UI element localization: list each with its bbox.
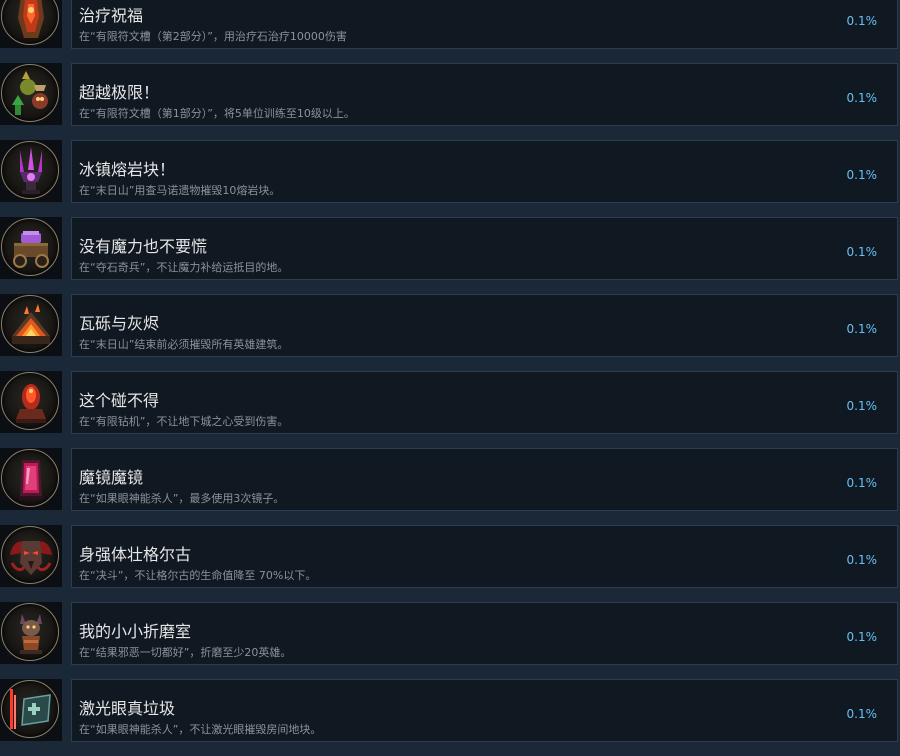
- healing-idol-icon: [1, 0, 59, 45]
- achievement-card: 瓦砾与灰烬 在“末日山”结束前必须摧毁所有英雄建筑。 0.1%: [71, 294, 898, 357]
- dungeon-heart-icon: [1, 372, 59, 430]
- level-up-minions-icon: [1, 64, 59, 122]
- unlock-percentage: 0.1%: [846, 322, 878, 336]
- unlock-percentage: 0.1%: [846, 399, 878, 413]
- achievement-icon: [0, 0, 62, 48]
- achievement-card: 没有魔力也不要慌 在“夺石奇兵”，不让魔力补给运抵目的地。 0.1%: [71, 217, 898, 280]
- mana-cart-icon: [1, 218, 59, 276]
- achievement-title: 我的小小折磨室: [79, 622, 192, 641]
- achievement-card: 超越极限！ 在“有限符文槽（第1部分）”，将5单位训练至10级以上。 0.1%: [71, 63, 898, 126]
- achievement-title: 瓦砾与灰烬: [79, 314, 160, 333]
- achievement-icon: [0, 371, 62, 433]
- achievement-icon: [0, 679, 62, 741]
- achievement-row[interactable]: 瓦砾与灰烬 在“末日山”结束前必须摧毁所有英雄建筑。 0.1%: [0, 294, 900, 371]
- achievement-icon: [0, 294, 62, 356]
- achievement-title: 身强体壮格尔古: [79, 545, 192, 564]
- achievement-card: 身强体壮格尔古 在“决斗”，不让格尔古的生命值降至 70%以下。 0.1%: [71, 525, 898, 588]
- achievement-title: 魔镜魔镜: [79, 468, 144, 487]
- unlock-percentage: 0.1%: [846, 245, 878, 259]
- achievement-description: 在“决斗”，不让格尔古的生命值降至 70%以下。: [79, 569, 317, 582]
- torture-imp-icon: [1, 603, 59, 661]
- achievement-description: 在“如果眼神能杀人”，最多使用3次镜子。: [79, 492, 285, 505]
- unlock-percentage: 0.1%: [846, 91, 878, 105]
- achievement-card: 冰镇熔岩块！ 在“末日山”用查马诺遗物摧毁10熔岩块。 0.1%: [71, 140, 898, 203]
- magic-mirror-icon: [1, 449, 59, 507]
- achievement-title: 治疗祝福: [79, 6, 144, 25]
- unlock-percentage: 0.1%: [846, 168, 878, 182]
- achievement-icon: [0, 448, 62, 510]
- achievement-row[interactable]: 没有魔力也不要慌 在“夺石奇兵”，不让魔力补给运抵目的地。 0.1%: [0, 217, 900, 294]
- achievement-card: 治疗祝福 在“有限符文槽（第2部分）”，用治疗石治疗10000伤害 0.1%: [71, 0, 898, 49]
- achievement-row[interactable]: 超越极限！ 在“有限符文槽（第1部分）”，将5单位训练至10级以上。 0.1%: [0, 63, 900, 140]
- achievement-title: 激光眼真垃圾: [79, 699, 176, 718]
- achievement-row[interactable]: 治疗祝福 在“有限符文槽（第2部分）”，用治疗石治疗10000伤害 0.1%: [0, 0, 900, 63]
- achievement-card: 我的小小折磨室 在“结果邪恶一切都好”，折磨至少20英雄。 0.1%: [71, 602, 898, 665]
- achievement-title: 超越极限！: [79, 83, 160, 102]
- unlock-percentage: 0.1%: [846, 707, 878, 721]
- achievement-card: 激光眼真垃圾 在“如果眼神能杀人”，不让激光眼摧毁房间地块。 0.1%: [71, 679, 898, 742]
- achievement-icon: [0, 525, 62, 587]
- achievement-description: 在“有限符文槽（第2部分）”，用治疗石治疗10000伤害: [79, 30, 347, 43]
- achievement-description: 在“有限符文槽（第1部分）”，将5单位训练至10级以上。: [79, 107, 355, 120]
- unlock-percentage: 0.1%: [846, 14, 878, 28]
- achievement-icon: [0, 602, 62, 664]
- achievement-description: 在“末日山”用查马诺遗物摧毁10熔岩块。: [79, 184, 281, 197]
- achievement-title: 这个碰不得: [79, 391, 160, 410]
- achievement-row[interactable]: 冰镇熔岩块！ 在“末日山”用查马诺遗物摧毁10熔岩块。 0.1%: [0, 140, 900, 217]
- burning-building-icon: [1, 295, 59, 353]
- achievement-row[interactable]: 身强体壮格尔古 在“决斗”，不让格尔古的生命值降至 70%以下。 0.1%: [0, 525, 900, 602]
- achievement-description: 在“有限钻机”，不让地下城之心受到伤害。: [79, 415, 289, 428]
- achievement-title: 冰镇熔岩块！: [79, 160, 176, 179]
- achievement-icon: [0, 140, 62, 202]
- achievement-description: 在“如果眼神能杀人”，不让激光眼摧毁房间地块。: [79, 723, 322, 736]
- demon-helm-icon: [1, 526, 59, 584]
- achievement-row[interactable]: 激光眼真垃圾 在“如果眼神能杀人”，不让激光眼摧毁房间地块。 0.1%: [0, 679, 900, 756]
- achievement-description: 在“结果邪恶一切都好”，折磨至少20英雄。: [79, 646, 292, 659]
- achievement-icon: [0, 217, 62, 279]
- laser-floor-tile-icon: [1, 680, 59, 738]
- achievement-description: 在“夺石奇兵”，不让魔力补给运抵目的地。: [79, 261, 289, 274]
- achievement-row[interactable]: 这个碰不得 在“有限钻机”，不让地下城之心受到伤害。 0.1%: [0, 371, 900, 448]
- achievement-row[interactable]: 魔镜魔镜 在“如果眼神能杀人”，最多使用3次镜子。 0.1%: [0, 448, 900, 525]
- unlock-percentage: 0.1%: [846, 476, 878, 490]
- achievement-description: 在“末日山”结束前必须摧毁所有英雄建筑。: [79, 338, 289, 351]
- achievement-title: 没有魔力也不要慌: [79, 237, 208, 256]
- achievement-list: 治疗祝福 在“有限符文槽（第2部分）”，用治疗石治疗10000伤害 0.1% 超…: [0, 0, 900, 756]
- unlock-percentage: 0.1%: [846, 630, 878, 644]
- relic-crystal-icon: [1, 141, 59, 199]
- achievement-icon: [0, 63, 62, 125]
- achievement-card: 这个碰不得 在“有限钻机”，不让地下城之心受到伤害。 0.1%: [71, 371, 898, 434]
- achievement-card: 魔镜魔镜 在“如果眼神能杀人”，最多使用3次镜子。 0.1%: [71, 448, 898, 511]
- achievement-row[interactable]: 我的小小折磨室 在“结果邪恶一切都好”，折磨至少20英雄。 0.1%: [0, 602, 900, 679]
- unlock-percentage: 0.1%: [846, 553, 878, 567]
